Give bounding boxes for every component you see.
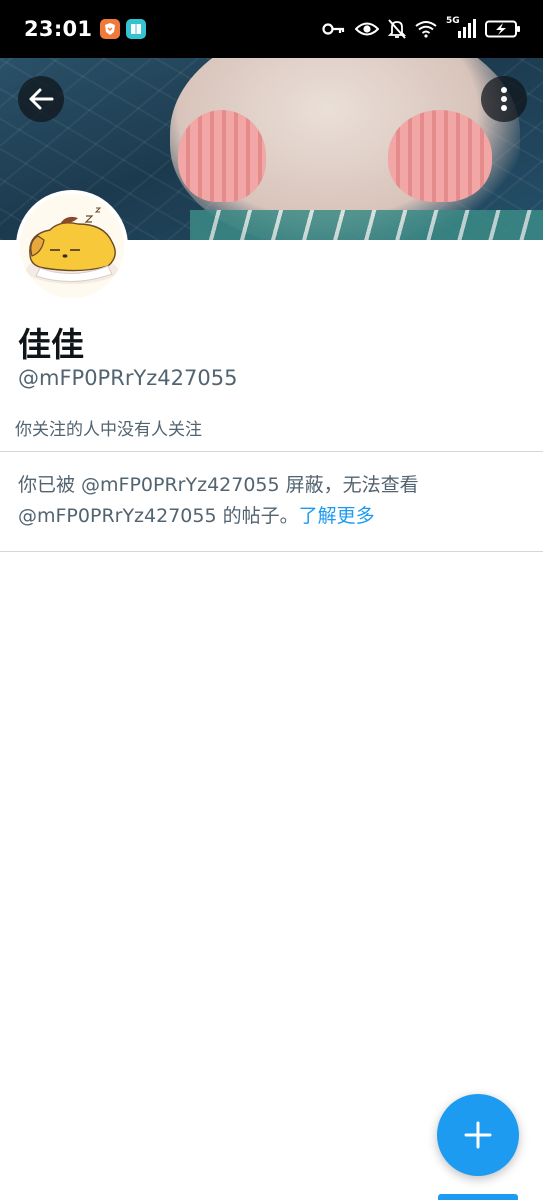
more-vertical-icon <box>501 87 507 111</box>
followers-you-know[interactable]: 你关注的人中没有人关注 <box>15 415 202 440</box>
bottom-sheet-peek <box>438 1194 518 1200</box>
more-options-button[interactable] <box>481 76 527 122</box>
eye-icon <box>355 22 379 36</box>
plus-icon <box>464 1121 492 1149</box>
banner-shell-shape <box>178 110 266 202</box>
arrow-left-icon <box>29 88 54 110</box>
banner-pool-edge <box>190 210 543 240</box>
signal-icon: 5G <box>446 16 476 39</box>
bell-off-icon <box>388 19 406 39</box>
wifi-icon <box>415 21 437 38</box>
profile-screen: 23:01 5G 佳佳 @mFP0PRrYz427055 你关注的人中没有人关注… <box>0 0 543 1200</box>
divider <box>0 551 543 552</box>
brave-app-icon <box>100 19 121 39</box>
battery-charging-icon <box>485 20 520 38</box>
vpn-key-icon <box>322 23 345 35</box>
reader-app-icon <box>126 19 147 39</box>
divider <box>0 451 543 452</box>
profile-display-name: 佳佳 <box>18 325 84 364</box>
sleeping-puppy-avatar-image <box>20 194 124 298</box>
status-time: 23:01 <box>24 17 93 41</box>
system-status-icons: 5G <box>322 16 521 39</box>
banner-shell-shape <box>388 110 492 202</box>
compose-post-button[interactable] <box>437 1094 519 1176</box>
status-bar: 23:01 5G <box>0 0 543 58</box>
profile-handle: @mFP0PRrYz427055 <box>18 366 238 390</box>
back-button[interactable] <box>18 76 64 122</box>
blocked-notice: 你已被 @mFP0PRrYz427055 屏蔽，无法查看 @mFP0PRrYz4… <box>18 470 528 532</box>
learn-more-link[interactable]: 了解更多 <box>299 505 375 527</box>
avatar[interactable] <box>16 190 128 302</box>
